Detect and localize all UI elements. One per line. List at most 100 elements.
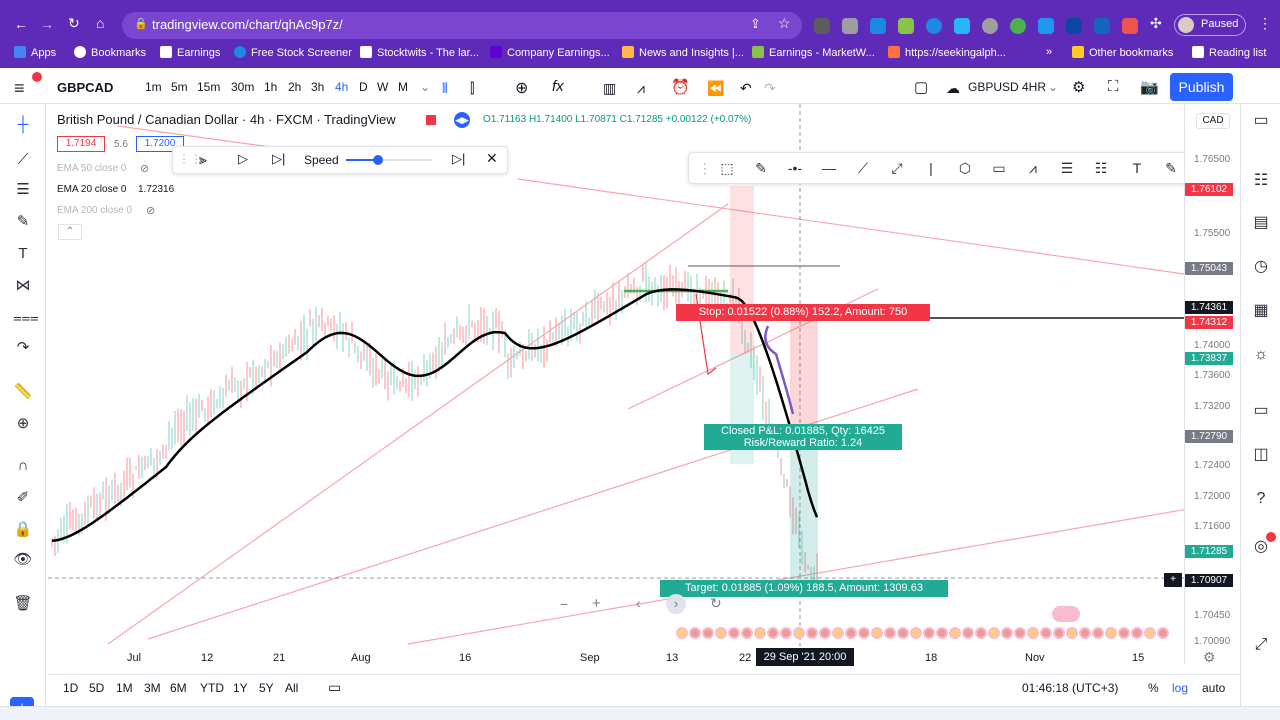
extension-icon[interactable] [926, 18, 942, 34]
zoom-in-icon[interactable]: ⊕ [13, 414, 33, 434]
ema-20-line[interactable] [51, 288, 819, 543]
trendline-icon[interactable]: ⟋ [13, 150, 33, 170]
event-marker[interactable] [923, 627, 935, 639]
bookmark-other[interactable]: Other bookmarks [1072, 46, 1173, 59]
event-marker[interactable] [1053, 627, 1065, 639]
select-bar-icon[interactable]: ⫸ [199, 151, 207, 168]
event-marker[interactable] [897, 627, 909, 639]
share-icon[interactable]: ⇪ [750, 16, 761, 32]
step-forward-icon[interactable]: ▷| [272, 151, 285, 167]
chevron-down-icon[interactable]: ⌄ [1048, 80, 1058, 94]
timeframe-4h[interactable]: 4h [335, 80, 348, 94]
percent-scale-toggle[interactable]: % [1148, 681, 1159, 695]
event-marker[interactable] [949, 627, 961, 639]
eye-off-icon[interactable]: ⊘ [140, 162, 149, 175]
range-5d[interactable]: 5D [89, 681, 104, 695]
event-marker[interactable] [884, 627, 896, 639]
range-ytd[interactable]: YTD [200, 681, 224, 695]
event-marker[interactable] [689, 627, 701, 639]
event-marker[interactable] [988, 627, 1000, 639]
clock-display[interactable]: 01:46:18 (UTC+3) [1022, 681, 1118, 695]
path-icon[interactable]: ⩘ [1020, 156, 1046, 180]
watchlist-icon[interactable]: ▭ [1250, 110, 1272, 132]
hamburger-icon[interactable]: ≡ [14, 78, 25, 99]
collapse-legend-button[interactable]: ⌃ [58, 224, 82, 240]
timeframe-m[interactable]: M [398, 80, 408, 94]
trendline[interactable] [517, 178, 1184, 275]
fib-icon[interactable]: ☰ [13, 180, 33, 200]
trash-icon[interactable]: 🗑 [13, 594, 33, 614]
calendar-icon[interactable]: ▤ [1250, 212, 1272, 234]
camera-icon[interactable]: 📷 [1140, 78, 1159, 96]
chart-pane[interactable] [48, 104, 1184, 664]
extension-icon[interactable] [1010, 18, 1026, 34]
currency-selector[interactable]: CAD [1196, 113, 1230, 129]
zoom-out-icon[interactable]: − [560, 596, 568, 612]
menu-icon[interactable]: ⋮ [1258, 15, 1272, 32]
trendline-icon[interactable]: ⟋ [850, 156, 876, 180]
extension-icon[interactable] [982, 18, 998, 34]
symbol-search[interactable]: GBPCAD [57, 80, 113, 95]
play-icon[interactable]: ▷ [238, 151, 248, 167]
event-marker[interactable] [1079, 627, 1091, 639]
target-label[interactable]: Target: 0.01885 (1.09%) 188.5, Amount: 1… [660, 580, 948, 597]
event-marker[interactable] [754, 627, 766, 639]
messages-icon[interactable]: ◫ [1250, 444, 1272, 466]
list-icon[interactable]: ☷ [1250, 170, 1272, 192]
bookmark-seekingalpha[interactable]: https://seekingalph... [888, 46, 1006, 59]
range-6m[interactable]: 6M [170, 681, 187, 695]
event-marker[interactable] [1014, 627, 1026, 639]
data-window-icon[interactable]: ▦ [1250, 300, 1272, 322]
bookmark-marketwatch[interactable]: Earnings - MarketW... [752, 46, 875, 59]
event-marker[interactable] [1157, 627, 1169, 639]
jump-to-realtime-icon[interactable]: ▷| [452, 151, 465, 167]
text-icon[interactable]: T [13, 244, 33, 264]
timeframe-3h[interactable]: 3h [311, 80, 324, 94]
lock-icon[interactable]: 🔒 [13, 520, 33, 540]
eye-icon[interactable]: 👁 [13, 550, 33, 570]
event-marker[interactable] [962, 627, 974, 639]
event-marker[interactable] [1066, 627, 1078, 639]
event-marker[interactable] [1092, 627, 1104, 639]
vertical-line-icon[interactable]: | [918, 156, 944, 180]
expand-icon[interactable]: ⤢ [1250, 634, 1272, 656]
event-marker[interactable] [728, 627, 740, 639]
callout-icon[interactable]: ▭ [986, 156, 1012, 180]
event-marker[interactable] [1001, 627, 1013, 639]
close-icon[interactable]: ✕ [486, 150, 498, 167]
event-marker[interactable] [676, 627, 688, 639]
settings-icon[interactable]: ⚙ [1072, 78, 1085, 96]
reset-icon[interactable]: ↻ [710, 595, 722, 612]
pnl-label[interactable]: Closed P&L: 0.01885, Qty: 16425 Risk/Rew… [704, 424, 902, 450]
timeframe-w[interactable]: W [377, 80, 388, 94]
event-marker[interactable] [741, 627, 753, 639]
bookmark-reading-list[interactable]: Reading list [1192, 46, 1266, 59]
extension-icon[interactable] [842, 18, 858, 34]
speed-slider-handle[interactable] [373, 155, 383, 165]
publish-button[interactable]: Publish [1170, 73, 1233, 101]
timeframe-1h[interactable]: 1h [264, 80, 277, 94]
timeframe-2h[interactable]: 2h [288, 80, 301, 94]
event-marker[interactable] [780, 627, 792, 639]
event-marker[interactable] [793, 627, 805, 639]
ruler-icon[interactable]: 📏 [13, 382, 33, 402]
fullscreen-icon[interactable]: ⛶ [1108, 78, 1119, 95]
event-marker[interactable] [702, 627, 714, 639]
range-1m[interactable]: 1M [116, 681, 133, 695]
bookmark-apps[interactable]: Apps [14, 46, 56, 59]
event-marker[interactable] [858, 627, 870, 639]
forward-icon[interactable]: → [40, 16, 54, 32]
extension-icon[interactable] [1094, 18, 1110, 34]
redo-icon[interactable]: ↷ [764, 80, 776, 97]
event-marker[interactable] [1052, 606, 1080, 622]
long-position-icon[interactable]: ☰ [1054, 156, 1080, 180]
short-position-icon[interactable]: ☷ [1088, 156, 1114, 180]
bar-style-icon[interactable]: ⫴ [442, 80, 448, 97]
calendar-range-icon[interactable]: ▭ [328, 679, 341, 696]
economic-events[interactable] [676, 625, 1184, 643]
auto-scale-toggle[interactable]: auto [1202, 681, 1225, 695]
crosshair-icon[interactable]: ┼ [13, 115, 33, 135]
bookmark-news-insights[interactable]: News and Insights |... [622, 46, 744, 59]
bookmark-stocktwits[interactable]: Stocktwits - The lar... [360, 46, 479, 59]
bottom-panel-tabs[interactable] [0, 706, 1280, 720]
